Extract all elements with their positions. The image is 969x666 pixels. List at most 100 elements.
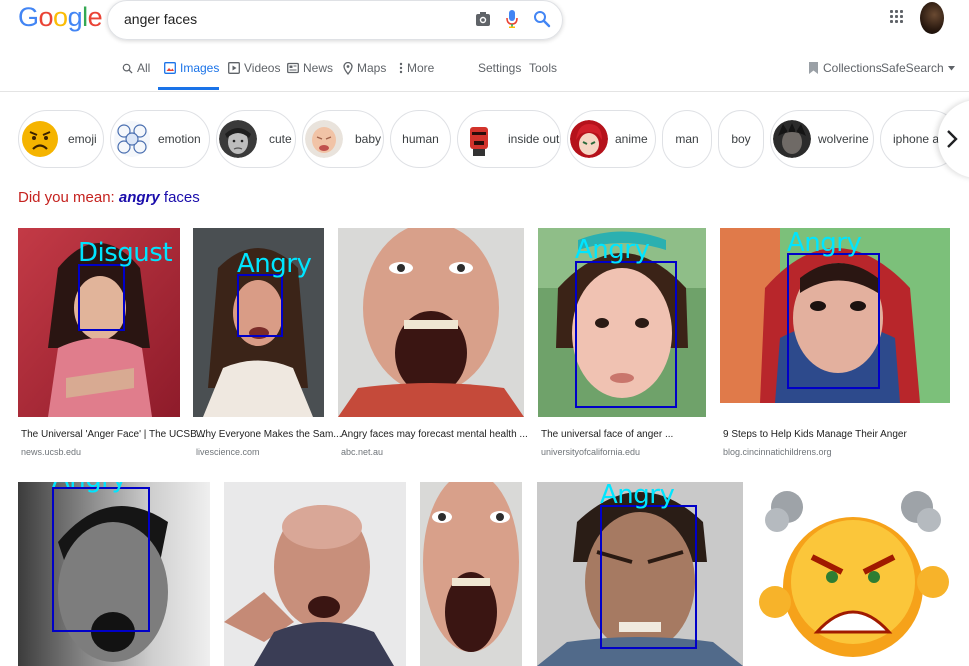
chip-label: human — [402, 132, 439, 146]
result-image[interactable]: Disgust — [18, 228, 180, 417]
baby-thumb — [305, 120, 343, 158]
result-photo — [224, 482, 406, 666]
tab-more[interactable]: More — [399, 60, 434, 76]
tab-all[interactable]: All — [122, 60, 150, 76]
result-source: blog.cincinnatichildrens.org — [723, 447, 832, 457]
logo-letter: g — [67, 2, 83, 32]
chip-wolverine[interactable]: wolverine — [770, 110, 874, 168]
apps-icon[interactable] — [890, 10, 904, 24]
chip-cute[interactable]: cute — [216, 110, 296, 168]
tab-label: Images — [180, 61, 220, 75]
chip-baby[interactable]: baby — [302, 110, 384, 168]
tab-label: News — [303, 61, 334, 75]
chip-inside-out[interactable]: inside out — [457, 110, 561, 168]
chip-label: emotion — [158, 132, 201, 146]
result-photo — [757, 482, 950, 666]
result-image[interactable]: Angry — [537, 482, 743, 666]
chip-label: anime — [615, 132, 648, 146]
mic-icon[interactable] — [505, 9, 519, 29]
result-title[interactable]: The universal face of anger ... — [541, 429, 673, 440]
camera-icon[interactable] — [475, 11, 491, 27]
search-icon[interactable] — [532, 9, 552, 29]
face-detection-box — [237, 274, 283, 337]
suggestion-link[interactable]: angry faces — [119, 189, 200, 206]
result-source: universityofcalifornia.edu — [541, 447, 641, 457]
chip-label: emoji — [68, 132, 97, 146]
collections-label: Collections — [823, 61, 882, 75]
logo-letter: o — [38, 2, 54, 32]
result-source: livescience.com — [196, 447, 260, 457]
active-tab-indicator — [158, 87, 219, 90]
chip-label: cute — [269, 132, 292, 146]
video-icon — [228, 62, 240, 74]
safesearch-label: SafeSearch — [881, 61, 944, 75]
search-box[interactable]: anger faces — [107, 0, 563, 40]
bookmark-icon — [809, 62, 818, 74]
google-logo[interactable]: Google — [18, 2, 103, 33]
result-title[interactable]: 9 Steps to Help Kids Manage Their Anger — [723, 429, 907, 440]
result-image[interactable]: Angry — [538, 228, 706, 417]
map-pin-icon — [343, 61, 353, 75]
chip-human[interactable]: human — [390, 110, 451, 168]
tab-videos[interactable]: Videos — [228, 60, 280, 76]
result-image[interactable]: Angry — [18, 482, 210, 666]
tools-link[interactable]: Tools — [529, 60, 557, 76]
news-icon — [287, 62, 299, 74]
result-image[interactable]: Angry — [720, 228, 950, 403]
tab-label: More — [407, 61, 435, 75]
face-detection-box — [78, 264, 125, 331]
chip-man[interactable]: man — [662, 110, 712, 168]
result-image[interactable] — [338, 228, 524, 417]
chip-label: baby — [355, 132, 382, 146]
logo-letter: e — [87, 2, 103, 32]
detection-label: Angry — [575, 235, 650, 265]
chip-emotion[interactable]: emotion — [110, 110, 210, 168]
search-icon — [122, 63, 133, 74]
related-searches: emoji emotion cute baby human inside out… — [18, 110, 969, 168]
face-detection-box — [52, 487, 150, 632]
result-title[interactable]: Angry faces may forecast mental health .… — [341, 429, 528, 440]
result-image[interactable] — [757, 482, 950, 666]
cute-child-thumb — [219, 120, 257, 158]
collections-link[interactable]: Collections — [808, 60, 882, 76]
result-title[interactable]: Why Everyone Makes the Sam... — [196, 429, 342, 440]
chip-emoji[interactable]: emoji — [18, 110, 104, 168]
face-detection-box — [787, 253, 880, 389]
result-source: abc.net.au — [341, 447, 384, 457]
result-photo — [338, 228, 524, 417]
tab-images[interactable]: Images — [164, 60, 219, 76]
result-title[interactable]: The Universal 'Anger Face' | The UCSB... — [21, 429, 205, 440]
chip-label: wolverine — [818, 132, 869, 146]
angry-emoji-thumb — [22, 121, 58, 157]
chip-boy[interactable]: boy — [718, 110, 764, 168]
more-vert-icon — [399, 62, 403, 74]
result-image[interactable]: Angry — [193, 228, 324, 417]
anger-character-thumb — [460, 120, 498, 158]
safesearch-dropdown[interactable]: SafeSearch — [881, 60, 955, 76]
search-input[interactable]: anger faces — [124, 11, 197, 27]
chip-anime[interactable]: anime — [567, 110, 656, 168]
detection-label: Angry — [237, 249, 312, 279]
chip-label: boy — [731, 132, 751, 146]
anime-character-thumb — [570, 120, 608, 158]
face-detection-box — [575, 261, 677, 408]
logo-letter: o — [53, 2, 68, 32]
result-image[interactable] — [420, 482, 522, 666]
avatar[interactable] — [920, 2, 944, 34]
tab-label: Videos — [244, 61, 281, 75]
emotion-faces-thumb — [114, 121, 150, 157]
header-divider — [0, 91, 969, 92]
suggestion-rest: faces — [163, 189, 200, 206]
settings-link[interactable]: Settings — [478, 60, 521, 76]
detection-label: Angry — [787, 228, 862, 258]
result-photo — [420, 482, 522, 666]
tab-label: Maps — [357, 61, 387, 75]
wolverine-thumb — [773, 120, 811, 158]
tab-news[interactable]: News — [287, 60, 333, 76]
tab-maps[interactable]: Maps — [343, 60, 386, 76]
detection-label: Angry — [600, 482, 675, 510]
chip-label: man — [675, 132, 699, 146]
result-image[interactable] — [224, 482, 406, 666]
logo-letter: G — [18, 2, 39, 32]
did-you-mean-prefix: Did you mean: — [18, 189, 115, 206]
